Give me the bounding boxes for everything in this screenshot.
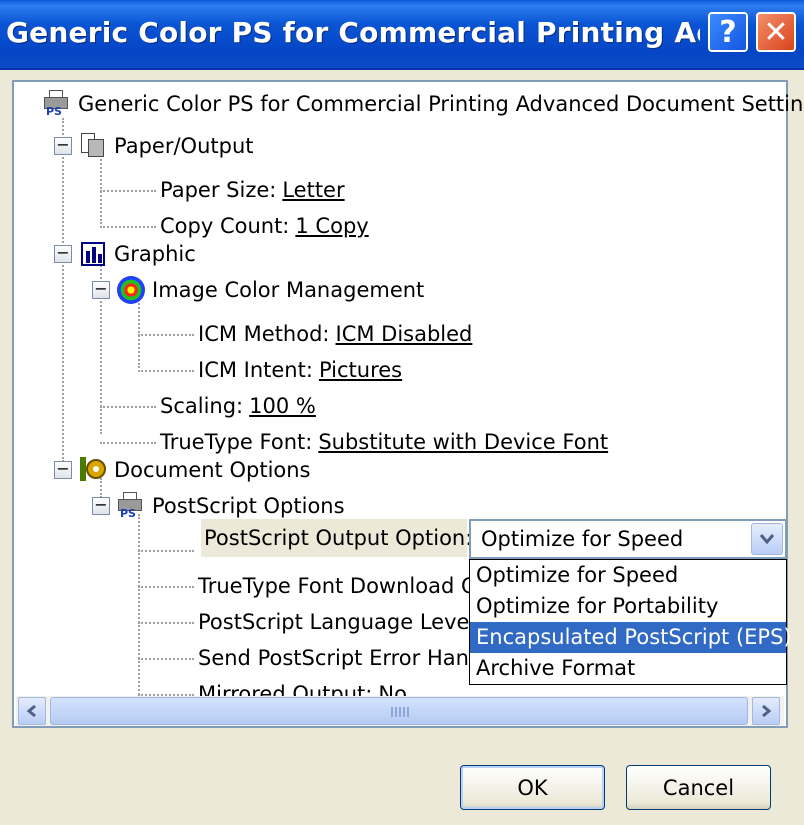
dropdown-toggle-button[interactable] <box>751 523 783 555</box>
chevron-right-icon <box>762 704 772 718</box>
dropdown-option-eps[interactable]: Encapsulated PostScript (EPS) <box>470 622 792 653</box>
tree-guide <box>138 514 140 698</box>
setting-label: ICM Intent: <box>198 358 313 382</box>
select-current-value: Optimize for Speed <box>481 527 684 551</box>
setting-label: TrueType Font Download Op <box>198 574 491 598</box>
tree-item-icm-method[interactable]: ICM Method: ICM Disabled <box>198 316 472 352</box>
setting-label: ICM Method: <box>198 322 330 346</box>
printer-icon: PS <box>42 89 72 119</box>
tree-guide <box>138 658 194 660</box>
tree-item-label: Document Options <box>114 458 311 482</box>
advanced-settings-dialog: Generic Color PS for Commercial Printing… <box>0 0 804 825</box>
paper-size-value[interactable]: Letter <box>282 172 344 208</box>
setting-label: Scaling: <box>160 394 244 418</box>
tree-item-scaling[interactable]: Scaling: 100 % <box>160 388 316 424</box>
horizontal-scrollbar[interactable] <box>16 696 784 726</box>
collapse-document-options-toggle[interactable]: − <box>54 461 72 479</box>
close-icon: ✕ <box>763 14 789 50</box>
postscript-output-options-list: Optimize for Speed Optimize for Portabil… <box>469 559 792 685</box>
scaling-value[interactable]: 100 % <box>249 388 316 424</box>
collapse-paper-output-toggle[interactable]: − <box>54 137 72 155</box>
tree-item-root[interactable]: PS Generic Color PS for Commercial Print… <box>42 86 804 122</box>
chevron-down-icon <box>759 534 775 545</box>
tree-guide <box>138 550 194 552</box>
document-options-gear-icon <box>78 455 108 485</box>
scroll-left-button[interactable] <box>18 697 46 725</box>
tree-item-language-level[interactable]: PostScript Language Level: <box>198 604 482 640</box>
dropdown-option-speed[interactable]: Optimize for Speed <box>470 560 786 591</box>
tree-guide <box>138 334 194 336</box>
postscript-output-option-select[interactable]: Optimize for Speed <box>469 519 787 559</box>
scroll-right-button[interactable] <box>752 697 780 725</box>
tree-item-label: Paper/Output <box>114 134 254 158</box>
tree-item-error-handler[interactable]: Send PostScript Error Handle <box>198 640 501 676</box>
tree-guide <box>138 622 194 624</box>
help-button[interactable]: ? <box>708 12 748 52</box>
tree-item-paper-output[interactable]: Paper/Output <box>78 128 254 164</box>
icm-intent-value[interactable]: Pictures <box>319 352 402 388</box>
tree-item-paper-size[interactable]: Paper Size: Letter <box>160 172 345 208</box>
collapse-postscript-options-toggle[interactable]: − <box>92 497 110 515</box>
settings-tree[interactable]: − − − − − PS Generic Color PS for Commer… <box>12 80 804 728</box>
tree-guide <box>100 190 156 192</box>
setting-label: Paper Size: <box>160 178 277 202</box>
copy-count-value[interactable]: 1 Copy <box>295 208 368 244</box>
tree-guide <box>62 118 64 462</box>
tree-item-icm-intent[interactable]: ICM Intent: Pictures <box>198 352 402 388</box>
truetype-font-value[interactable]: Substitute with Device Font <box>318 424 608 460</box>
scroll-thumb[interactable] <box>50 697 748 725</box>
paper-output-icon <box>78 131 108 161</box>
tree-guide <box>138 586 194 588</box>
setting-label: PostScript Language Level: <box>198 610 483 634</box>
tree-guide <box>100 406 156 408</box>
help-icon: ? <box>719 14 737 50</box>
title-bar[interactable]: Generic Color PS for Commercial Printing… <box>0 0 804 70</box>
window-title: Generic Color PS for Commercial Printing… <box>6 16 700 49</box>
icm-method-value[interactable]: ICM Disabled <box>336 316 473 352</box>
tree-item-graphic[interactable]: Graphic <box>78 236 196 272</box>
graphic-chart-icon <box>78 239 108 269</box>
tree-item-label: Generic Color PS for Commercial Printing… <box>78 92 804 116</box>
chevron-left-icon <box>26 704 36 718</box>
postscript-printer-icon: PS <box>116 491 146 521</box>
cancel-button[interactable]: Cancel <box>626 765 771 810</box>
tree-item-icm[interactable]: Image Color Management <box>116 272 424 308</box>
tree-item-postscript-output-option[interactable]: PostScript Output Option: <box>204 520 472 556</box>
close-button[interactable]: ✕ <box>756 12 796 52</box>
grip-icon <box>391 707 409 717</box>
setting-label: Send PostScript Error Handle <box>198 646 502 670</box>
color-target-icon <box>116 275 146 305</box>
dropdown-option-portability[interactable]: Optimize for Portability <box>470 591 786 622</box>
tree-guide <box>138 370 194 372</box>
ok-button[interactable]: OK <box>460 765 605 810</box>
tree-item-truetype-download[interactable]: TrueType Font Download Op <box>198 568 491 604</box>
tree-guide <box>100 226 156 228</box>
tree-item-label: Graphic <box>114 242 196 266</box>
tree-item-document-options[interactable]: Document Options <box>78 452 311 488</box>
setting-label: PostScript Output Option: <box>204 526 473 550</box>
tree-item-label: Image Color Management <box>152 278 425 302</box>
dropdown-option-archive[interactable]: Archive Format <box>470 653 786 684</box>
tree-guide <box>100 442 156 444</box>
collapse-graphic-toggle[interactable]: − <box>54 245 72 263</box>
collapse-icm-toggle[interactable]: − <box>92 281 110 299</box>
